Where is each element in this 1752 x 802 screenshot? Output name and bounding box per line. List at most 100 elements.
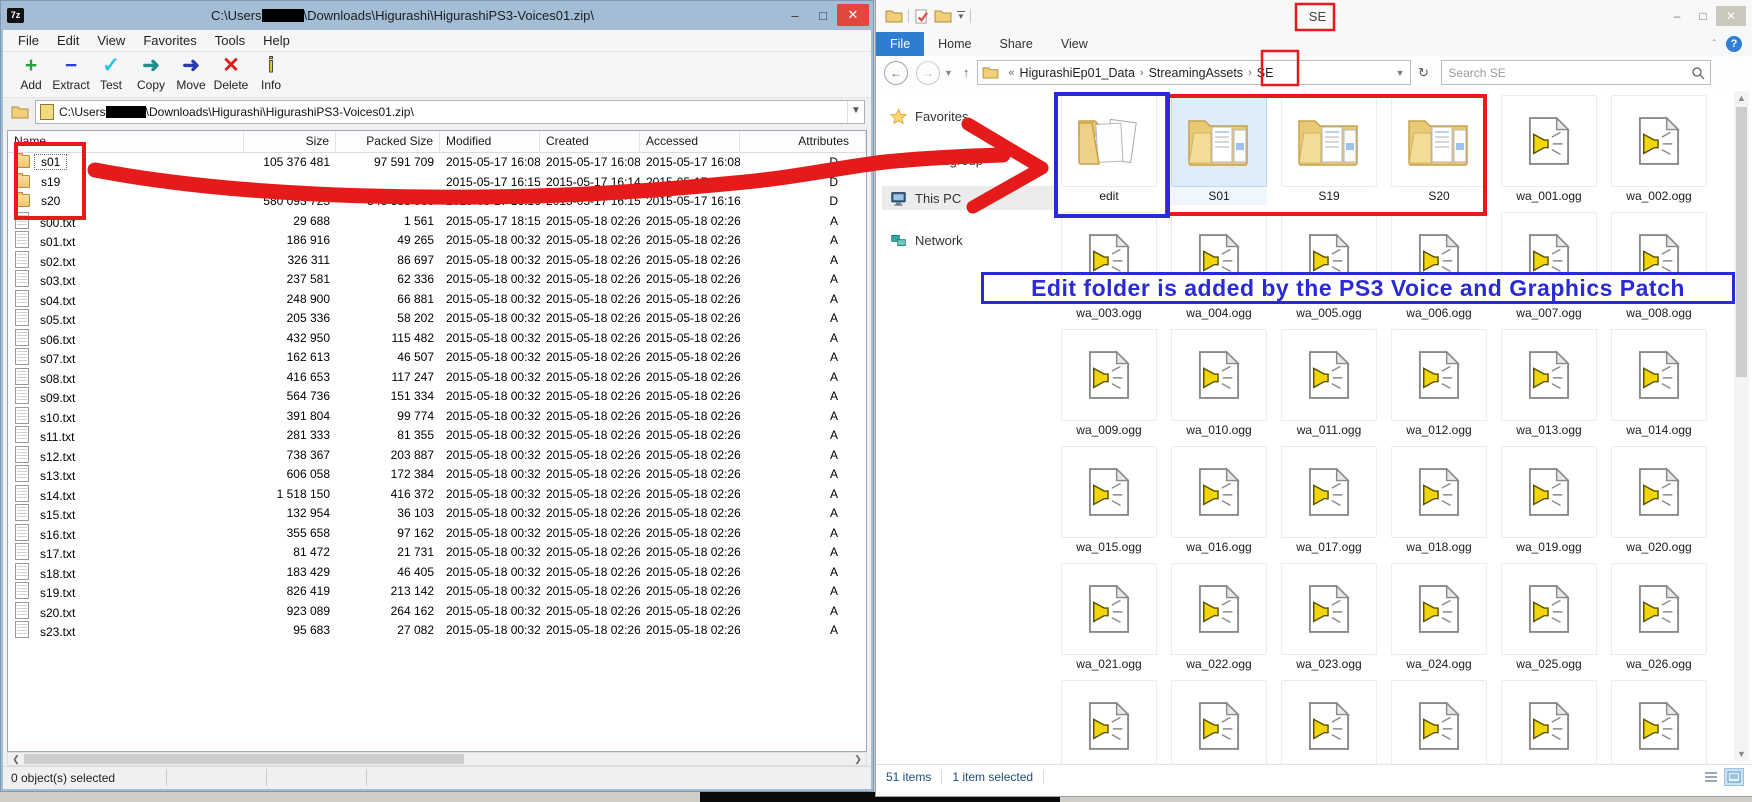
table-row[interactable]: s11.txt 281 333 81 355 2015-05-18 00:32 … [8,426,866,446]
table-row[interactable]: s01.txt 186 916 49 265 2015-05-18 00:32 … [8,231,866,251]
7zip-minimize-button[interactable]: – [781,4,809,26]
file-tile[interactable]: wa_001.ogg [1501,95,1597,205]
table-row[interactable]: s19 2015-05-17 16:15 2015-05-17 16:14 20… [8,173,866,193]
table-row[interactable]: s19.txt 826 419 213 142 2015-05-18 00:32… [8,582,866,602]
file-tile[interactable]: wa_008.ogg [1611,212,1707,322]
file-tile[interactable]: wa_023.ogg [1281,563,1377,673]
menu-item-favorites[interactable]: Favorites [134,33,205,48]
file-tile[interactable] [1611,680,1707,764]
file-tile[interactable]: S19 [1281,95,1377,205]
file-tile[interactable]: S01 [1171,95,1267,205]
scroll-down-icon[interactable]: ▼ [1734,747,1749,761]
details-view-button[interactable] [1701,768,1721,786]
info-button[interactable]: iInfo [251,52,291,92]
table-row[interactable]: s03.txt 237 581 62 336 2015-05-18 00:32 … [8,270,866,290]
file-tile[interactable]: wa_018.ogg [1391,446,1487,556]
scrollbar-thumb[interactable] [24,754,464,764]
move-button[interactable]: ➜Move [171,52,211,92]
table-row[interactable]: s09.txt 564 736 151 334 2015-05-18 00:32… [8,387,866,407]
table-row[interactable]: s16.txt 355 658 97 162 2015-05-18 00:32 … [8,524,866,544]
file-tile[interactable]: wa_012.ogg [1391,329,1487,439]
file-tile[interactable]: wa_026.ogg [1611,563,1707,673]
scroll-right-icon[interactable]: ❯ [850,754,866,765]
explorer-minimize-button[interactable]: – [1664,6,1690,26]
file-tile[interactable]: wa_020.ogg [1611,446,1707,556]
file-tile[interactable]: wa_009.ogg [1061,329,1157,439]
file-tile[interactable]: wa_021.ogg [1061,563,1157,673]
table-row[interactable]: s02.txt 326 311 86 697 2015-05-18 00:32 … [8,251,866,271]
back-button[interactable]: ← [884,61,908,85]
menu-item-view[interactable]: View [88,33,134,48]
table-row[interactable]: s01 105 376 481 97 591 709 2015-05-17 16… [8,153,866,173]
file-tile[interactable] [1061,680,1157,764]
table-row[interactable]: s08.txt 416 653 117 247 2015-05-18 00:32… [8,368,866,388]
table-row[interactable]: s10.txt 391 804 99 774 2015-05-18 00:32 … [8,407,866,427]
delete-button[interactable]: ✕Delete [211,52,251,92]
sidebar-item-homegroup[interactable]: Homegroup [882,148,1054,172]
thumbnail-view-button[interactable] [1724,768,1744,786]
search-input[interactable] [1442,65,1691,81]
menu-item-tools[interactable]: Tools [206,33,254,48]
file-tile[interactable]: wa_013.ogg [1501,329,1597,439]
add-button[interactable]: +Add [11,52,51,92]
explorer-close-button[interactable]: ✕ [1716,6,1746,26]
file-tile[interactable] [1171,680,1267,764]
file-tile[interactable]: wa_011.ogg [1281,329,1377,439]
table-row[interactable]: s00.txt 29 688 1 561 2015-05-17 18:15 20… [8,212,866,232]
sidebar-item-network[interactable]: Network [882,228,1054,252]
table-row[interactable]: s20 580 093 725 543 383 966 2015-05-17 1… [8,192,866,212]
new-folder-icon[interactable] [934,9,952,23]
menu-item-file[interactable]: File [9,33,48,48]
recent-locations-icon[interactable]: ▼ [944,68,953,78]
tab-file[interactable]: File [876,32,924,56]
file-tile[interactable]: wa_010.ogg [1171,329,1267,439]
file-tile[interactable]: wa_019.ogg [1501,446,1597,556]
table-row[interactable]: s14.txt 1 518 150 416 372 2015-05-18 00:… [8,485,866,505]
scroll-left-icon[interactable]: ❮ [8,754,24,765]
forward-button[interactable]: → [916,61,940,85]
up-button[interactable]: ↑ [963,65,970,80]
column-header-packed-size[interactable]: Packed Size [336,131,440,152]
file-tile[interactable]: wa_006.ogg [1391,212,1487,322]
test-button[interactable]: ✓Test [91,52,131,92]
tab-share[interactable]: Share [986,32,1047,56]
table-row[interactable]: s04.txt 248 900 66 881 2015-05-18 00:32 … [8,290,866,310]
breadcrumb-item-higurashiep01_data[interactable]: HigurashiEp01_Data [1020,66,1135,80]
table-row[interactable]: s18.txt 183 429 46 405 2015-05-18 00:32 … [8,563,866,583]
scroll-up-icon[interactable]: ▲ [1734,91,1749,105]
file-tile[interactable]: wa_007.ogg [1501,212,1597,322]
file-tile[interactable]: wa_005.ogg [1281,212,1377,322]
file-tile[interactable]: wa_004.ogg [1171,212,1267,322]
properties-icon[interactable] [914,9,929,24]
column-header-size[interactable]: Size [244,131,336,152]
explorer-vertical-scrollbar[interactable]: ▲ ▼ [1734,91,1749,761]
column-header-modified[interactable]: Modified [440,131,540,152]
table-row[interactable]: s07.txt 162 613 46 507 2015-05-18 00:32 … [8,348,866,368]
file-tile[interactable]: wa_014.ogg [1611,329,1707,439]
file-tile[interactable] [1281,680,1377,764]
menu-item-help[interactable]: Help [254,33,299,48]
menu-item-edit[interactable]: Edit [48,33,88,48]
folder-icon[interactable] [885,9,903,23]
table-row[interactable]: s06.txt 432 950 115 482 2015-05-18 00:32… [8,329,866,349]
table-row[interactable]: s13.txt 606 058 172 384 2015-05-18 00:32… [8,465,866,485]
file-tile[interactable]: wa_017.ogg [1281,446,1377,556]
address-bar[interactable]: « HigurashiEp01_Data›StreamingAssets›SE … [977,60,1411,85]
tab-home[interactable]: Home [924,32,985,56]
file-tile[interactable]: wa_002.ogg [1611,95,1707,205]
breadcrumb-item-streamingassets[interactable]: StreamingAssets [1149,66,1243,80]
tab-view[interactable]: View [1047,32,1102,56]
address-dropdown-icon[interactable]: ▼ [1390,68,1411,78]
refresh-icon[interactable]: ↻ [1411,65,1435,81]
7zip-maximize-button[interactable]: □ [809,4,837,26]
explorer-maximize-button[interactable]: □ [1690,6,1716,26]
file-tile[interactable] [1501,680,1597,764]
address-dropdown-icon[interactable]: ▼ [847,101,864,123]
file-tile[interactable]: wa_024.ogg [1391,563,1487,673]
file-tile[interactable]: wa_015.ogg [1061,446,1157,556]
7zip-address-combobox[interactable]: C:\Users\Downloads\Higurashi\HigurashiPS… [35,100,865,124]
ribbon-expand-icon[interactable]: ˆ [1713,39,1716,50]
copy-button[interactable]: ➜Copy [131,52,171,92]
scrollbar-thumb[interactable] [1736,107,1747,377]
7zip-close-button[interactable]: ✕ [837,4,869,26]
